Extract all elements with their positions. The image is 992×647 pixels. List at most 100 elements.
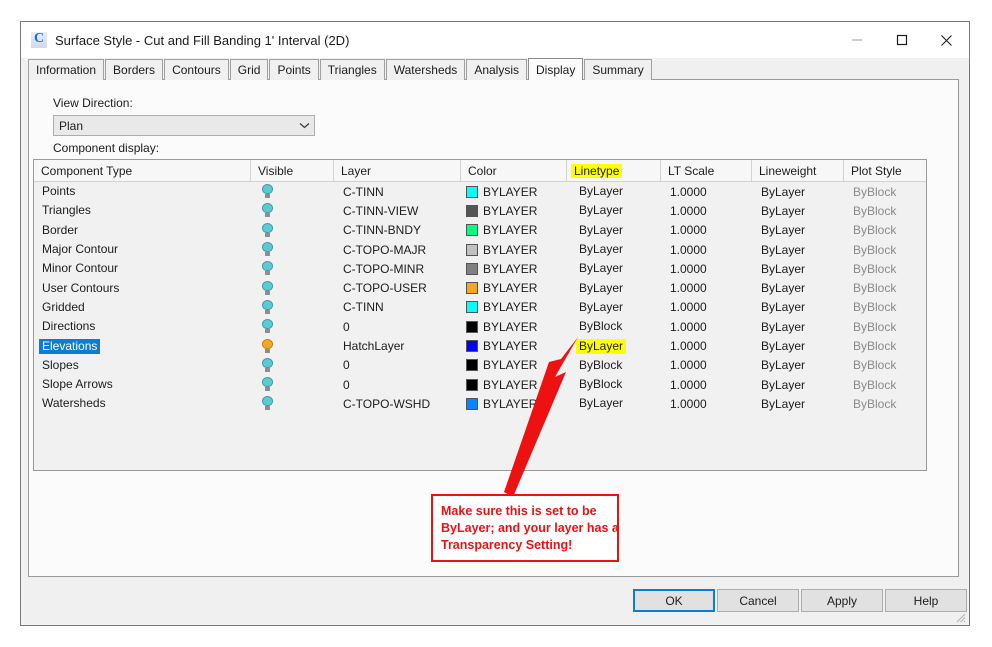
lightbulb-off-icon[interactable] [257, 357, 279, 374]
cell-linetype[interactable]: ByLayer [567, 201, 661, 220]
cell-lt-scale[interactable]: 1.0000 [661, 221, 752, 240]
cell-visible[interactable] [251, 375, 334, 394]
cell-lt-scale[interactable]: 1.0000 [661, 298, 752, 317]
cell-lineweight[interactable]: ByLayer [752, 317, 844, 336]
cell-linetype[interactable]: ByLayer [567, 259, 661, 278]
cell-layer[interactable]: C-TINN [334, 298, 461, 317]
cell-color[interactable]: BYLAYER [461, 375, 567, 394]
cell-visible[interactable] [251, 278, 334, 297]
tab-borders[interactable]: Borders [105, 59, 164, 80]
cell-color[interactable]: BYLAYER [461, 201, 567, 220]
cell-component-type[interactable]: Gridded [34, 298, 251, 317]
cell-color[interactable]: BYLAYER [461, 278, 567, 297]
cell-layer[interactable]: C-TINN-BNDY [334, 221, 461, 240]
tab-summary[interactable]: Summary [584, 59, 652, 80]
cell-component-type[interactable]: Triangles [34, 201, 251, 220]
cell-component-type[interactable]: Slopes [34, 356, 251, 375]
cell-layer[interactable]: C-TOPO-MINR [334, 259, 461, 278]
column-header-linetype[interactable]: Linetype [567, 160, 661, 181]
tab-watersheds[interactable]: Watersheds [385, 59, 466, 80]
cell-component-type[interactable]: Watersheds [34, 394, 251, 413]
tab-analysis[interactable]: Analysis [466, 59, 527, 80]
lightbulb-off-icon[interactable] [257, 280, 279, 297]
cell-linetype[interactable]: ByLayer [567, 221, 661, 240]
component-display-grid[interactable]: Component Type Visible Layer Color Linetype L… [33, 159, 927, 471]
tab-contours[interactable]: Contours [164, 59, 229, 80]
lightbulb-off-icon[interactable] [257, 183, 279, 200]
cell-color[interactable]: BYLAYER [461, 182, 567, 201]
cell-layer[interactable]: C-TOPO-MAJR [334, 240, 461, 259]
lightbulb-off-icon[interactable] [257, 202, 279, 219]
cell-color[interactable]: BYLAYER [461, 356, 567, 375]
cell-linetype[interactable]: ByLayer [567, 336, 661, 355]
cell-visible[interactable] [251, 336, 334, 355]
lightbulb-off-icon[interactable] [257, 395, 279, 412]
grid-row[interactable]: Minor Contour C-TOPO-MINR BYLAYER ByLayer 1.… [34, 259, 926, 278]
cell-component-type[interactable]: Slope Arrows [34, 375, 251, 394]
grid-row[interactable]: Slope Arrows 0 BYLAYER ByBlock 1.0000 ByLayer… [34, 375, 926, 394]
cell-lineweight[interactable]: ByLayer [752, 259, 844, 278]
cell-visible[interactable] [251, 298, 334, 317]
cell-component-type[interactable]: Directions [34, 317, 251, 336]
cell-linetype[interactable]: ByBlock [567, 356, 661, 375]
cell-linetype[interactable]: ByBlock [567, 317, 661, 336]
cell-layer[interactable]: C-TINN [334, 182, 461, 201]
cell-visible[interactable] [251, 221, 334, 240]
column-header-visible[interactable]: Visible [251, 160, 334, 181]
column-header-lt-scale[interactable]: LT Scale [661, 160, 752, 181]
cell-linetype[interactable]: ByBlock [567, 375, 661, 394]
cell-visible[interactable] [251, 317, 334, 336]
tab-display[interactable]: Display [528, 58, 584, 80]
cell-lt-scale[interactable]: 1.0000 [661, 259, 752, 278]
column-header-color[interactable]: Color [461, 160, 567, 181]
grid-row[interactable]: Directions 0 BYLAYER ByBlock 1.0000 ByLayer By… [34, 317, 926, 336]
cell-lt-scale[interactable]: 1.0000 [661, 240, 752, 259]
close-button[interactable] [924, 22, 969, 58]
cell-lt-scale[interactable]: 1.0000 [661, 394, 752, 413]
cell-lt-scale[interactable]: 1.0000 [661, 336, 752, 355]
ok-button[interactable]: OK [633, 589, 715, 612]
grid-row[interactable]: Border C-TINN-BNDY BYLAYER ByLayer 1.0000 ByL… [34, 221, 926, 240]
view-direction-combo[interactable]: Plan [53, 115, 315, 136]
cell-visible[interactable] [251, 259, 334, 278]
cell-lineweight[interactable]: ByLayer [752, 182, 844, 201]
grid-row[interactable]: Triangles C-TINN-VIEW BYLAYER ByLayer 1.0000… [34, 201, 926, 220]
cell-lineweight[interactable]: ByLayer [752, 336, 844, 355]
cell-layer[interactable]: HatchLayer [334, 336, 461, 355]
cell-component-type[interactable]: Minor Contour [34, 259, 251, 278]
cell-linetype[interactable]: ByLayer [567, 278, 661, 297]
cell-color[interactable]: BYLAYER [461, 336, 567, 355]
cell-lt-scale[interactable]: 1.0000 [661, 356, 752, 375]
dialog-titlebar[interactable]: C Surface Style - Cut and Fill Banding 1… [21, 22, 969, 58]
cell-lineweight[interactable]: ByLayer [752, 240, 844, 259]
cell-component-type[interactable]: Points [34, 182, 251, 201]
lightbulb-off-icon[interactable] [257, 241, 279, 258]
cell-linetype[interactable]: ByLayer [567, 182, 661, 201]
lightbulb-off-icon[interactable] [257, 222, 279, 239]
grid-row[interactable]: Gridded C-TINN BYLAYER ByLayer 1.0000 ByLayer… [34, 298, 926, 317]
grid-row[interactable]: Watersheds C-TOPO-WSHD BYLAYER ByLayer 1.000… [34, 394, 926, 413]
column-header-plot-style[interactable]: Plot Style [844, 160, 926, 181]
cell-lineweight[interactable]: ByLayer [752, 278, 844, 297]
cell-lt-scale[interactable]: 1.0000 [661, 375, 752, 394]
cell-layer[interactable]: C-TINN-VIEW [334, 201, 461, 220]
resize-grip-icon[interactable] [954, 611, 966, 623]
grid-row[interactable]: Points C-TINN BYLAYER ByLayer 1.0000 ByLayer B… [34, 182, 926, 201]
column-header-lineweight[interactable]: Lineweight [752, 160, 844, 181]
cell-layer[interactable]: C-TOPO-USER [334, 278, 461, 297]
cell-lt-scale[interactable]: 1.0000 [661, 201, 752, 220]
cell-component-type[interactable]: Border [34, 221, 251, 240]
cell-lt-scale[interactable]: 1.0000 [661, 278, 752, 297]
grid-row[interactable]: User Contours C-TOPO-USER BYLAYER ByLayer 1.… [34, 278, 926, 297]
cell-layer[interactable]: 0 [334, 375, 461, 394]
cell-linetype[interactable]: ByLayer [567, 240, 661, 259]
cell-layer[interactable]: C-TOPO-WSHD [334, 394, 461, 413]
cell-visible[interactable] [251, 182, 334, 201]
tab-points[interactable]: Points [269, 59, 319, 80]
minimize-button[interactable] [834, 22, 879, 58]
apply-button[interactable]: Apply [801, 589, 883, 612]
cell-lt-scale[interactable]: 1.0000 [661, 182, 752, 201]
help-button[interactable]: Help [885, 589, 967, 612]
cell-color[interactable]: BYLAYER [461, 298, 567, 317]
grid-row[interactable]: Elevations HatchLayer BYLAYER ByLayer 1.0000… [34, 336, 926, 355]
